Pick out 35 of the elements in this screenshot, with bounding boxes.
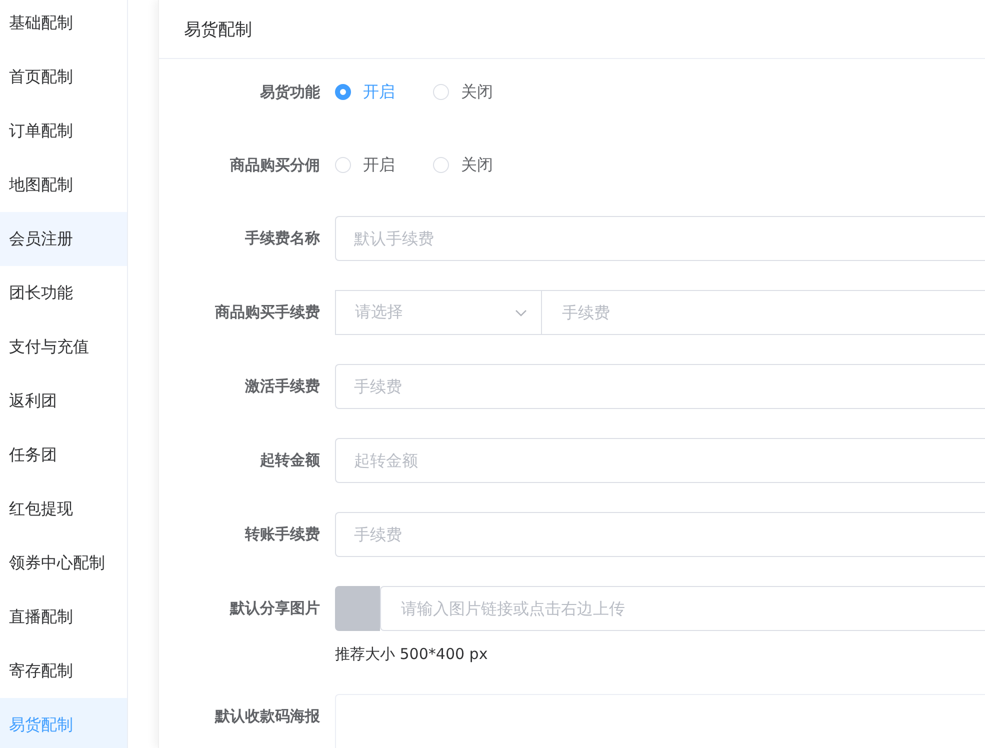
sidebar-item[interactable]: 直播配制 [0, 590, 127, 644]
field-label: 手续费名称 [244, 228, 321, 249]
sidebar-item[interactable]: 订单配制 [0, 104, 127, 158]
radio-option[interactable]: 关闭 [433, 82, 493, 102]
image-url-input[interactable]: 请输入图片链接或点击右边上传 [380, 586, 985, 631]
radio-option[interactable]: 开启 [335, 154, 395, 176]
field-label: 默认收款码海报 [214, 706, 321, 727]
sidebar-item[interactable]: 红包提现 [0, 482, 127, 536]
field-label: 激活手续费 [244, 376, 321, 397]
field-label: 默认分享图片 [228, 598, 321, 619]
sidebar-item[interactable]: 支付与充值 [0, 320, 127, 374]
sidebar-item[interactable]: 地图配制 [0, 158, 127, 212]
chevron-down-icon [515, 308, 527, 316]
sidebar-item[interactable]: 寄存配制 [0, 644, 127, 698]
text-input[interactable]: 起转金额 [335, 438, 985, 483]
sidebar-item[interactable]: 领券中心配制 [0, 536, 127, 590]
field-label: 商品购买手续费 [214, 302, 321, 323]
field-label: 起转金额 [259, 450, 321, 471]
text-input[interactable]: 手续费 [335, 512, 985, 557]
sidebar-item[interactable]: 首页配制 [0, 50, 127, 104]
field-label: 易货功能 [259, 82, 321, 103]
card-title: 易货配制 [184, 18, 252, 40]
image-thumbnail[interactable] [335, 586, 380, 631]
sidebar-item[interactable]: 返利团 [0, 374, 127, 428]
sidebar-item[interactable]: 团长功能 [0, 266, 127, 320]
sidebar-item[interactable]: 会员注册 [0, 212, 127, 266]
radio-option[interactable]: 关闭 [433, 154, 493, 176]
size-hint: 推荐大小 500*400 px [335, 644, 489, 665]
text-input[interactable]: 手续费 [335, 364, 985, 409]
sidebar-item[interactable]: 任务团 [0, 428, 127, 482]
field-label: 商品购买分佣 [229, 155, 321, 176]
text-input[interactable]: 默认手续费 [335, 216, 985, 261]
sidebar-item[interactable]: 基础配制 [0, 0, 127, 50]
text-input[interactable]: 手续费 [542, 290, 985, 335]
field-label: 转账手续费 [244, 524, 321, 545]
